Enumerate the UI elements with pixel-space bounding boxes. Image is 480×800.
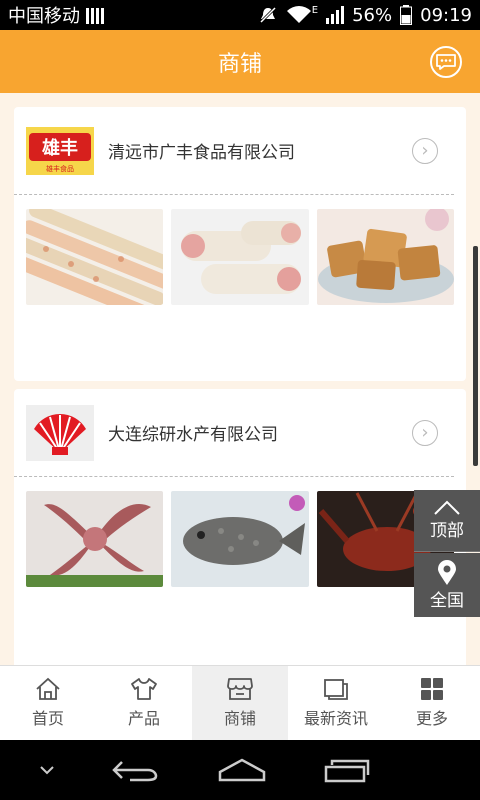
app-header: 商铺 xyxy=(0,30,480,93)
store-logo: 雄丰 雄丰食品 xyxy=(26,126,94,175)
carrier-name: 中国移动 xyxy=(8,6,80,27)
clock: 09:19 xyxy=(420,4,472,26)
tab-home[interactable]: 首页 xyxy=(0,666,96,740)
product-photo[interactable] xyxy=(316,209,454,305)
product-photo[interactable] xyxy=(171,209,309,305)
store-logo-text: 雄丰 xyxy=(41,137,78,159)
tab-label: 首页 xyxy=(31,709,64,728)
product-photos xyxy=(14,195,466,305)
back-icon[interactable] xyxy=(110,758,162,782)
network-type: E xyxy=(311,4,319,16)
mute-icon xyxy=(259,6,276,24)
region-label: 全国 xyxy=(430,590,464,611)
battery-percent: 56% xyxy=(352,4,393,26)
grid-icon xyxy=(421,678,443,700)
news-icon xyxy=(324,679,348,700)
tab-label: 产品 xyxy=(127,709,160,728)
system-nav-bar xyxy=(0,740,480,800)
tab-label: 最新资讯 xyxy=(303,709,368,728)
shirt-icon xyxy=(131,678,157,700)
product-photo[interactable] xyxy=(26,491,164,587)
tab-more[interactable]: 更多 xyxy=(384,666,480,740)
store-card-header[interactable]: 雄丰 雄丰食品 清远市广丰食品有限公司 › xyxy=(14,107,454,195)
store-list[interactable]: 雄丰 雄丰食品 清远市广丰食品有限公司 › 大连综研水产有限公司 › xyxy=(0,93,480,665)
chevron-right-icon[interactable]: › xyxy=(412,419,438,446)
tab-label: 更多 xyxy=(415,709,448,728)
store-logo-subtext: 雄丰食品 xyxy=(46,164,74,173)
wifi-icon xyxy=(286,6,311,23)
bottom-tab-bar: 首页 产品 商铺 最新资讯 更多 xyxy=(0,665,480,740)
back-to-top-label: 顶部 xyxy=(430,521,464,541)
store-icon xyxy=(227,678,253,700)
page-title: 商铺 xyxy=(217,51,262,77)
home-nav-icon[interactable] xyxy=(216,758,268,782)
chevron-up-icon xyxy=(434,500,460,515)
location-pin-icon xyxy=(438,559,456,585)
back-to-top-button[interactable]: 顶部 xyxy=(414,490,480,552)
store-name[interactable]: 清远市广丰食品有限公司 xyxy=(108,138,412,163)
chat-bubble-icon xyxy=(436,54,456,70)
status-bar: 中国移动 E 56% 09:19 xyxy=(0,0,480,30)
home-icon xyxy=(36,677,60,700)
battery-icon xyxy=(400,5,413,25)
store-card-header[interactable]: 大连综研水产有限公司 › xyxy=(14,389,454,477)
tab-news[interactable]: 最新资讯 xyxy=(288,666,384,740)
recent-apps-icon[interactable] xyxy=(322,757,370,783)
signal-icon xyxy=(86,6,104,24)
cell-signal-icon xyxy=(326,6,345,24)
region-button[interactable]: 全国 xyxy=(414,553,480,617)
tab-products[interactable]: 产品 xyxy=(96,666,192,740)
product-photos xyxy=(14,477,466,587)
product-photo[interactable] xyxy=(171,491,309,587)
store-name[interactable]: 大连综研水产有限公司 xyxy=(108,420,412,445)
message-button[interactable] xyxy=(430,46,462,78)
scrollbar-thumb[interactable] xyxy=(473,246,478,466)
chevron-right-icon[interactable]: › xyxy=(412,137,438,164)
product-photo[interactable] xyxy=(26,209,164,305)
chevron-down-icon[interactable] xyxy=(37,763,57,777)
store-card[interactable]: 雄丰 雄丰食品 清远市广丰食品有限公司 › xyxy=(14,107,466,381)
store-card[interactable]: 大连综研水产有限公司 › xyxy=(14,389,466,665)
store-logo xyxy=(26,404,94,461)
tab-stores[interactable]: 商铺 xyxy=(192,666,288,740)
tab-label: 商铺 xyxy=(223,709,256,728)
